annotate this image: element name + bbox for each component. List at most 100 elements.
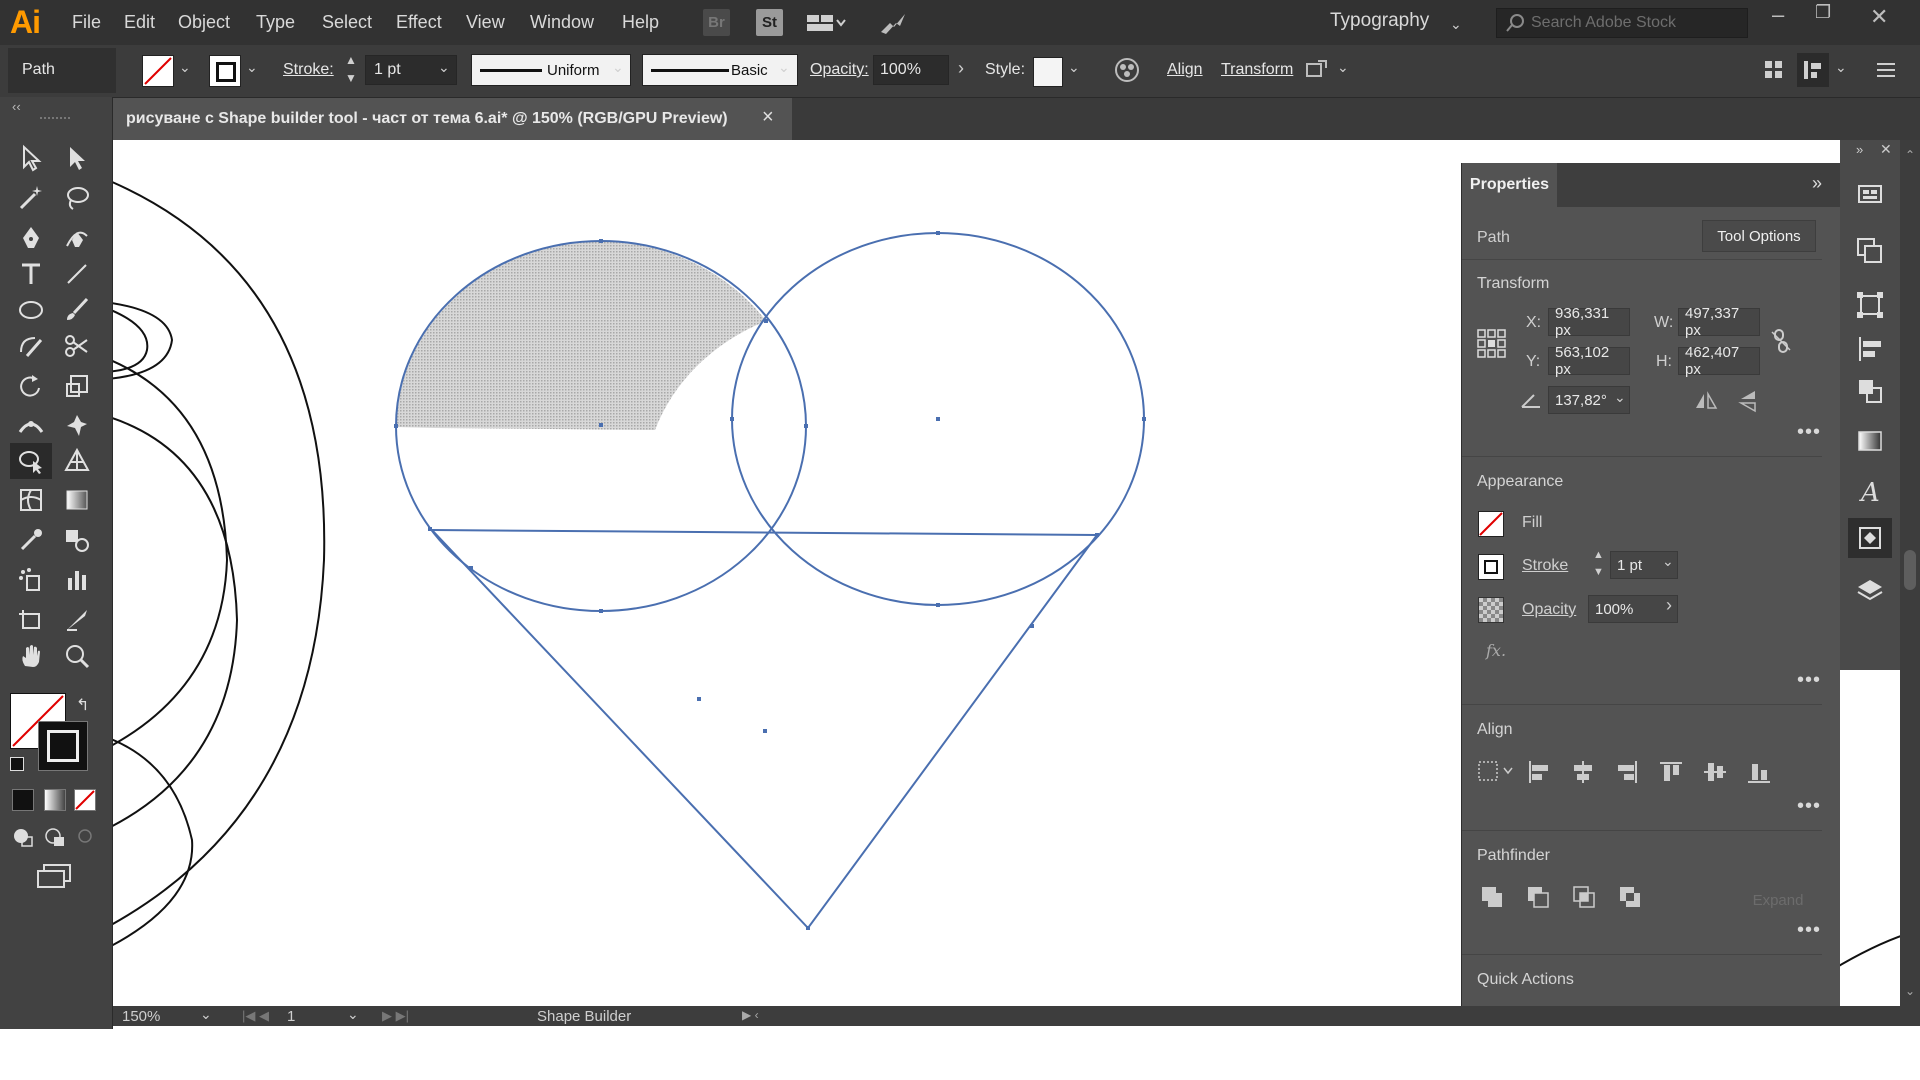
pen-tool-icon[interactable] [14, 221, 48, 255]
transform-link[interactable]: Transform [1221, 61, 1293, 79]
gradient-mode-icon[interactable] [44, 789, 66, 811]
minus-front-icon[interactable] [1524, 883, 1554, 913]
expand-dock-icon[interactable]: » [1856, 142, 1863, 157]
slice-tool-icon[interactable] [60, 603, 94, 637]
chevron-down-icon[interactable]: ⌄ [1068, 59, 1080, 76]
stroke-color-swatch[interactable] [38, 721, 88, 771]
stroke-swatch[interactable] [1478, 554, 1504, 580]
fill-none-swatch[interactable] [142, 55, 174, 87]
stepper-down-icon[interactable]: ▼ [345, 71, 357, 85]
isolate-icon[interactable] [1304, 58, 1330, 87]
hand-tool-icon[interactable] [14, 639, 48, 673]
arrange-documents-icon[interactable] [804, 9, 848, 36]
draw-inside-icon[interactable] [76, 827, 98, 847]
transform-panel-icon[interactable] [1855, 290, 1885, 320]
close-tab-icon[interactable]: × [762, 106, 774, 129]
color-mode-icon[interactable] [12, 789, 34, 811]
more-options-icon[interactable]: ••• [1797, 669, 1821, 692]
document-tab[interactable]: рисуване с Shape builder tool - част от … [112, 98, 792, 140]
minimize-icon[interactable]: – [1772, 2, 1784, 28]
constrain-proportions-icon[interactable] [1770, 328, 1792, 359]
status-menu-icon[interactable]: ▶ ‹ [742, 1008, 759, 1022]
menu-help[interactable]: Help [622, 12, 659, 33]
ellipse-tool-icon[interactable] [14, 293, 48, 327]
panel-menu-icon[interactable] [1875, 59, 1897, 86]
close-dock-icon[interactable]: ✕ [1880, 141, 1892, 158]
fill-swatch[interactable] [1478, 511, 1504, 537]
shape-builder-tool-icon[interactable] [10, 443, 52, 479]
eyedropper-tool-icon[interactable] [14, 523, 48, 557]
width-field[interactable]: 497,337 px [1678, 305, 1760, 339]
rotate-tool-icon[interactable] [14, 369, 48, 403]
menu-view[interactable]: View [466, 12, 505, 33]
reference-point-icon[interactable] [1476, 328, 1508, 360]
align-left-icon[interactable] [1524, 757, 1554, 787]
chevron-down-icon[interactable]: ⌄ [179, 59, 191, 76]
draw-behind-icon[interactable] [44, 827, 66, 847]
menu-edit[interactable]: Edit [124, 12, 155, 33]
character-panel-icon[interactable]: A [1855, 476, 1885, 508]
height-field[interactable]: 462,407 px [1678, 344, 1760, 378]
stroke-label[interactable]: Stroke: [283, 61, 334, 79]
scroll-thumb[interactable] [1904, 550, 1916, 590]
stock-icon[interactable]: St [756, 9, 783, 36]
align-right-icon[interactable] [1612, 757, 1642, 787]
x-field[interactable]: 936,331 px [1548, 305, 1630, 339]
recolor-artwork-icon[interactable] [1114, 57, 1140, 88]
search-stock-field[interactable]: Search Adobe Stock [1496, 8, 1748, 38]
stroke-swatch[interactable] [209, 55, 241, 87]
zoom-tool-icon[interactable] [60, 639, 94, 673]
chevron-right-icon[interactable]: › [1666, 595, 1672, 616]
unite-icon[interactable] [1478, 883, 1508, 913]
symbol-sprayer-tool-icon[interactable] [14, 563, 48, 597]
chevron-down-icon[interactable]: ⌄ [438, 59, 450, 76]
align-bottom-icon[interactable] [1744, 757, 1774, 787]
graphic-style-swatch[interactable] [1033, 57, 1063, 87]
collapse-tools-icon[interactable]: ‹‹ [12, 99, 21, 114]
chevron-down-icon[interactable]: ⌄ [778, 59, 790, 76]
intersect-icon[interactable] [1570, 883, 1600, 913]
workspace-switcher[interactable]: Typography ⌄ [1322, 8, 1470, 38]
mesh-tool-icon[interactable] [14, 483, 48, 517]
scale-tool-icon[interactable] [60, 369, 94, 403]
more-options-icon[interactable]: ••• [1797, 795, 1821, 818]
arrange-panel-icon[interactable] [1797, 53, 1829, 87]
menu-window[interactable]: Window [530, 12, 594, 33]
scroll-up-icon[interactable]: ⌃ [1905, 148, 1915, 162]
scroll-down-icon[interactable]: ⌄ [1905, 984, 1915, 998]
chevron-down-icon[interactable]: ⌄ [200, 1006, 212, 1023]
align-vertical-center-icon[interactable] [1700, 757, 1730, 787]
first-artboard-icon[interactable]: |◀ ◀ [242, 1008, 269, 1024]
chevron-down-icon[interactable]: ⌄ [347, 1006, 359, 1023]
brush-definition[interactable]: Basic [642, 54, 798, 86]
chevron-down-icon[interactable]: ⌄ [1337, 59, 1349, 76]
menu-select[interactable]: Select [322, 12, 372, 33]
chevron-right-icon[interactable]: › [958, 58, 964, 79]
align-to-selection-icon[interactable] [1476, 758, 1516, 789]
more-options-icon[interactable]: ••• [1797, 421, 1821, 444]
stroke-link[interactable]: Stroke [1522, 557, 1568, 575]
menu-effect[interactable]: Effect [396, 12, 442, 33]
column-graph-tool-icon[interactable] [60, 563, 94, 597]
screen-mode-icon[interactable] [36, 863, 72, 889]
grid-icon[interactable] [1763, 59, 1785, 86]
swap-colors-icon[interactable]: ↰ [76, 695, 89, 715]
gradient-tool-icon[interactable] [60, 483, 94, 517]
y-field[interactable]: 563,102 px [1548, 344, 1630, 378]
selection-tool-icon[interactable] [14, 141, 48, 175]
align-panel-icon[interactable] [1855, 334, 1885, 364]
curvature-tool-icon[interactable] [60, 221, 94, 255]
gpu-performance-icon[interactable] [876, 9, 910, 36]
line-tool-icon[interactable] [60, 257, 94, 291]
chevron-down-icon[interactable]: ⌄ [612, 59, 624, 76]
chevron-down-icon[interactable]: ⌄ [1614, 389, 1626, 406]
align-top-icon[interactable] [1656, 757, 1686, 787]
chevron-down-icon[interactable]: ⌄ [1835, 59, 1847, 76]
direct-selection-tool-icon[interactable] [60, 141, 94, 175]
default-colors-icon[interactable] [10, 757, 24, 771]
puppet-warp-tool-icon[interactable] [60, 409, 94, 443]
stepper-up-icon[interactable]: ▲ [1593, 549, 1604, 561]
opacity-label[interactable]: Opacity: [810, 61, 869, 79]
draw-normal-icon[interactable] [12, 827, 34, 847]
vertical-scrollbar[interactable]: ⌃ ⌄ [1900, 140, 1920, 1010]
